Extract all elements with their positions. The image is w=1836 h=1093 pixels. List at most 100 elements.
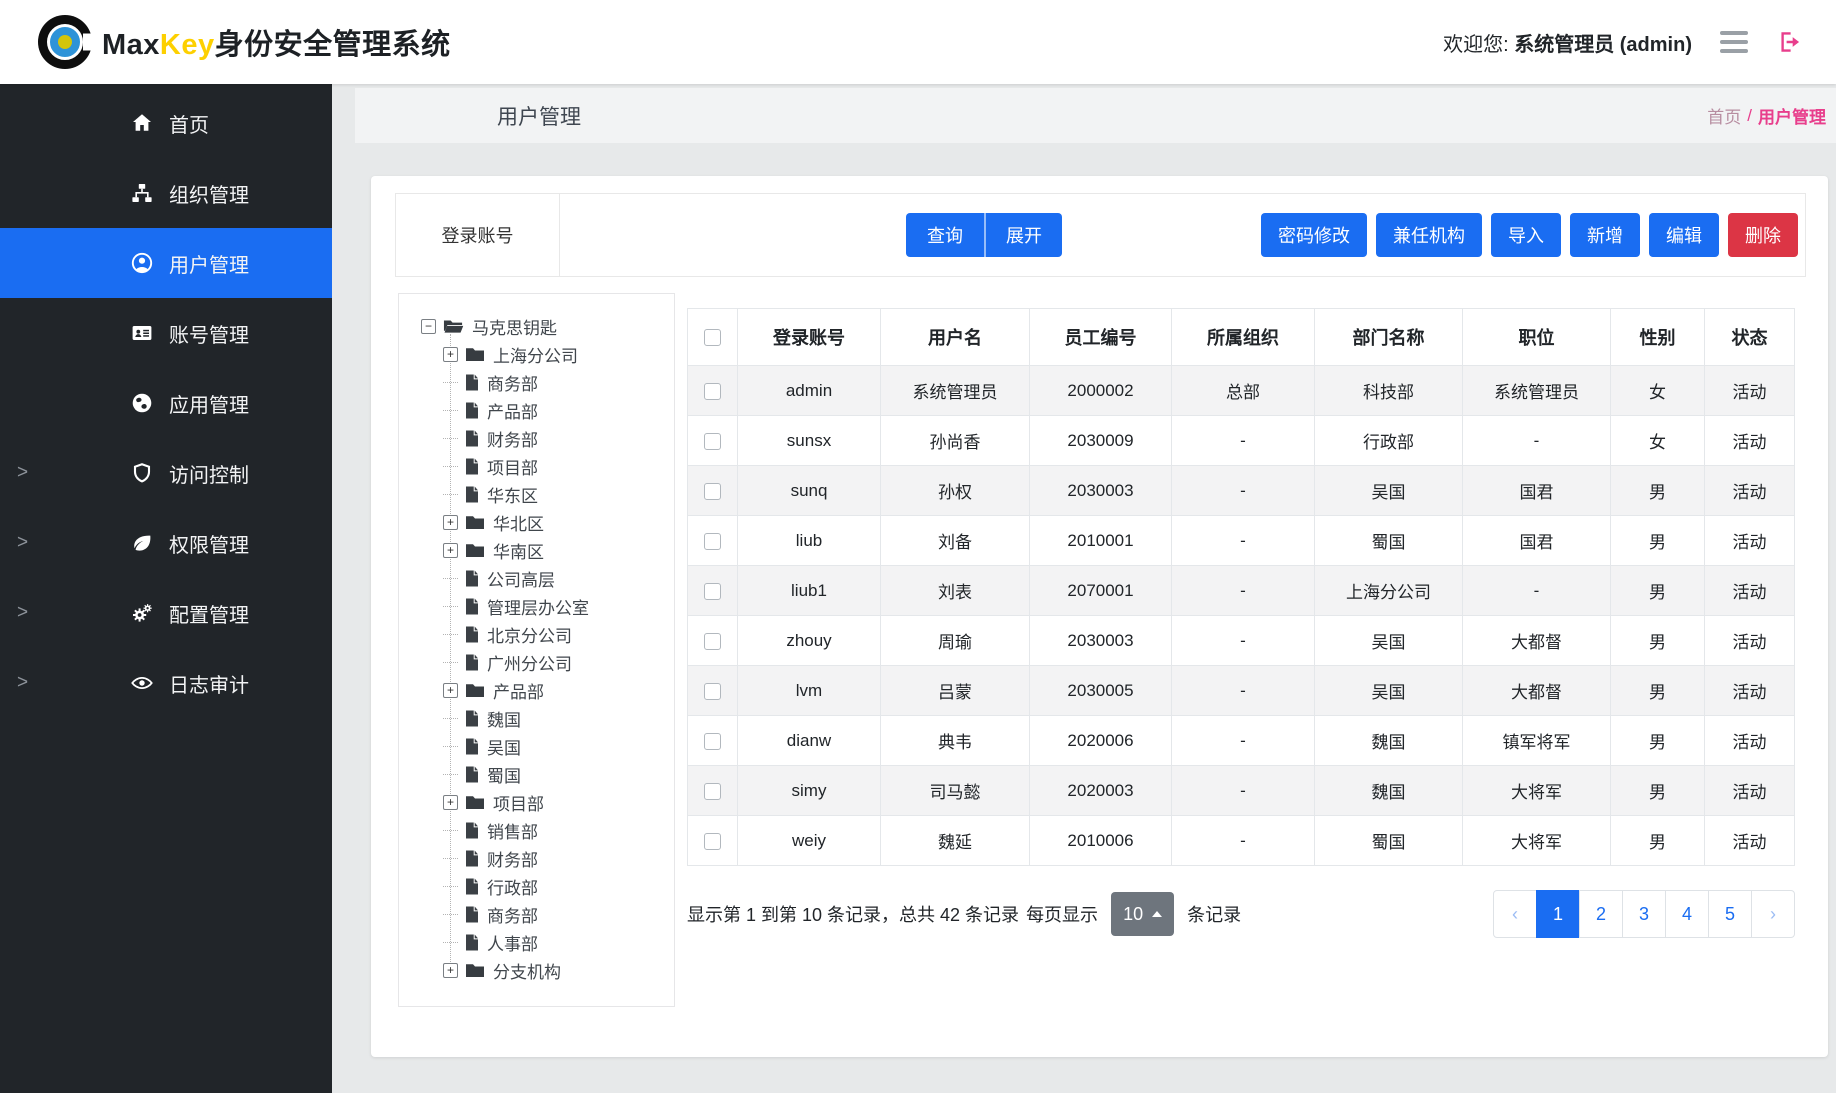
delete-button[interactable]: 删除 xyxy=(1728,213,1798,257)
checkbox-cell xyxy=(688,416,738,466)
menu-toggle-icon[interactable] xyxy=(1720,27,1748,57)
tree-node[interactable]: 产品部 xyxy=(399,396,674,424)
tree-node[interactable]: 销售部 xyxy=(399,816,674,844)
tree-node[interactable]: +分支机构 xyxy=(399,956,674,984)
tree-node[interactable]: +产品部 xyxy=(399,676,674,704)
pager-page-4[interactable]: 4 xyxy=(1665,890,1709,938)
pager-prev[interactable]: ‹ xyxy=(1493,890,1537,938)
pager-page-3[interactable]: 3 xyxy=(1622,890,1666,938)
table-row[interactable]: liub1刘表2070001-上海分公司-男活动 xyxy=(688,566,1795,616)
table-cell: 镇军将军 xyxy=(1463,716,1611,766)
tree-node[interactable]: 商务部 xyxy=(399,368,674,396)
tree-node[interactable]: 魏国 xyxy=(399,704,674,732)
tree-expander-plus[interactable]: + xyxy=(443,795,458,810)
tree-node[interactable]: +项目部 xyxy=(399,788,674,816)
tree-expander-plus[interactable]: + xyxy=(443,543,458,558)
sidebar-item-home[interactable]: 首页 xyxy=(0,88,332,158)
tree-node[interactable]: 蜀国 xyxy=(399,760,674,788)
row-checkbox[interactable] xyxy=(704,633,721,650)
tree-node[interactable]: 财务部 xyxy=(399,844,674,872)
row-checkbox[interactable] xyxy=(704,833,721,850)
tree-connector xyxy=(443,858,458,859)
page-size-select[interactable]: 10 xyxy=(1111,892,1174,936)
maxkey-logo-icon xyxy=(38,15,92,69)
expand-button[interactable]: 展开 xyxy=(984,213,1062,257)
sidebar-item-log-audit[interactable]: 日志审计 xyxy=(0,648,332,718)
pagination: 显示第 1 到第 10 条记录，总共 42 条记录 每页显示 10 条记录 ‹1… xyxy=(687,890,1795,938)
pager-page-2[interactable]: 2 xyxy=(1579,890,1623,938)
row-checkbox[interactable] xyxy=(704,783,721,800)
tree-node[interactable]: 项目部 xyxy=(399,452,674,480)
sidebar-item-org-mgmt[interactable]: 组织管理 xyxy=(0,158,332,228)
tree-node-label: 人事部 xyxy=(487,930,538,955)
pager-next[interactable]: › xyxy=(1751,890,1795,938)
tree-expander-plus[interactable]: + xyxy=(443,515,458,530)
tree-expander-plus[interactable]: + xyxy=(443,963,458,978)
tree-node[interactable]: 人事部 xyxy=(399,928,674,956)
header-right: 欢迎您: 系统管理员 (admin) xyxy=(1443,27,1802,57)
row-checkbox[interactable] xyxy=(704,433,721,450)
search-input[interactable] xyxy=(560,194,906,276)
query-button[interactable]: 查询 xyxy=(906,213,984,257)
row-checkbox[interactable] xyxy=(704,533,721,550)
row-checkbox[interactable] xyxy=(704,483,721,500)
table-row[interactable]: sunq孙权2030003-吴国国君男活动 xyxy=(688,466,1795,516)
file-icon xyxy=(465,738,479,755)
table-cell: 活动 xyxy=(1705,366,1795,416)
tree-node[interactable]: − 马克思钥匙 xyxy=(399,312,674,340)
table-row[interactable]: liub刘备2010001-蜀国国君男活动 xyxy=(688,516,1795,566)
tree-node[interactable]: 广州分公司 xyxy=(399,648,674,676)
tree-node[interactable]: 北京分公司 xyxy=(399,620,674,648)
tree-node[interactable]: 吴国 xyxy=(399,732,674,760)
file-icon xyxy=(465,654,479,671)
row-checkbox[interactable] xyxy=(704,733,721,750)
table-row[interactable]: sunsx孙尚香2030009-行政部-女活动 xyxy=(688,416,1795,466)
tree-node-label: 马克思钥匙 xyxy=(472,314,557,339)
tree-expander-plus[interactable]: + xyxy=(443,683,458,698)
concurrent-org-button[interactable]: 兼任机构 xyxy=(1376,213,1482,257)
row-checkbox[interactable] xyxy=(704,583,721,600)
sidebar-item-label: 配置管理 xyxy=(169,599,249,628)
logout-icon[interactable] xyxy=(1776,29,1802,55)
tree-node[interactable]: 管理层办公室 xyxy=(399,592,674,620)
search-label: 登录账号 xyxy=(396,194,560,276)
table-row[interactable]: dianw典韦2020006-魏国镇军将军男活动 xyxy=(688,716,1795,766)
sidebar-item-config-mgmt[interactable]: 配置管理 xyxy=(0,578,332,648)
table-cell: - xyxy=(1172,616,1315,666)
tree-node[interactable]: +华北区 xyxy=(399,508,674,536)
row-checkbox[interactable] xyxy=(704,383,721,400)
tree-node[interactable]: 行政部 xyxy=(399,872,674,900)
sidebar-item-account-mgmt[interactable]: 账号管理 xyxy=(0,298,332,368)
sidebar-item-app-mgmt[interactable]: 应用管理 xyxy=(0,368,332,438)
import-button[interactable]: 导入 xyxy=(1491,213,1561,257)
tree-node[interactable]: 商务部 xyxy=(399,900,674,928)
table-row[interactable]: admin系统管理员2000002总部科技部系统管理员女活动 xyxy=(688,366,1795,416)
sidebar-item-user-mgmt[interactable]: 用户管理 xyxy=(0,228,332,298)
table-row[interactable]: lvm吕蒙2030005-吴国大都督男活动 xyxy=(688,666,1795,716)
tree-node[interactable]: 财务部 xyxy=(399,424,674,452)
file-icon xyxy=(465,598,479,615)
id-card-icon xyxy=(130,321,154,345)
sidebar-item-perm-mgmt[interactable]: 权限管理 xyxy=(0,508,332,578)
pager-page-5[interactable]: 5 xyxy=(1708,890,1752,938)
edit-button[interactable]: 编辑 xyxy=(1649,213,1719,257)
table-row[interactable]: zhouy周瑜2030003-吴国大都督男活动 xyxy=(688,616,1795,666)
tree-connector xyxy=(443,914,458,915)
pager-page-1[interactable]: 1 xyxy=(1536,890,1580,938)
select-all-checkbox[interactable] xyxy=(704,329,721,346)
tree-node[interactable]: +上海分公司 xyxy=(399,340,674,368)
table-row[interactable]: simy司马懿2020003-魏国大将军男活动 xyxy=(688,766,1795,816)
breadcrumb-home[interactable]: 首页 xyxy=(1707,103,1741,128)
password-modify-button[interactable]: 密码修改 xyxy=(1261,213,1367,257)
tree-expander-plus[interactable]: + xyxy=(443,347,458,362)
tree-node[interactable]: 公司高层 xyxy=(399,564,674,592)
table-cell: 男 xyxy=(1611,566,1705,616)
row-checkbox[interactable] xyxy=(704,683,721,700)
tree-expander-minus[interactable]: − xyxy=(421,319,436,334)
tree-node[interactable]: 华东区 xyxy=(399,480,674,508)
sidebar-item-access-control[interactable]: 访问控制 xyxy=(0,438,332,508)
table-row[interactable]: weiy魏延2010006-蜀国大将军男活动 xyxy=(688,816,1795,866)
add-button[interactable]: 新增 xyxy=(1570,213,1640,257)
user-table: 登录账号用户名员工编号所属组织部门名称职位性别状态 admin系统管理员2000… xyxy=(687,308,1795,866)
tree-node[interactable]: +华南区 xyxy=(399,536,674,564)
